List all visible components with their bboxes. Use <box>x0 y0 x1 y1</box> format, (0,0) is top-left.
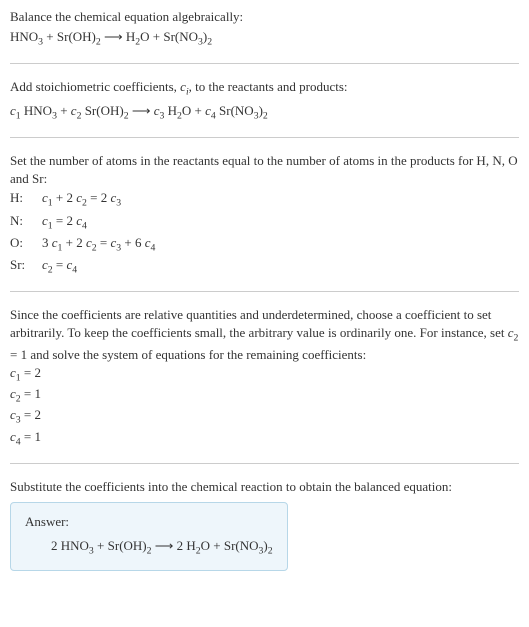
coeff-result: c2 = 1 <box>10 385 519 406</box>
eq-text: 3 <box>42 235 52 250</box>
eq-text: Sr(NO <box>216 103 254 118</box>
coeff-val: = 1 <box>21 386 41 401</box>
title-text: , to the reactants and products: <box>189 79 348 94</box>
eq-text: O + <box>182 103 205 118</box>
divider <box>10 463 519 464</box>
section-stoichiometric: Add stoichiometric coefficients, ci, to … <box>10 78 519 122</box>
atom-row-n: N: c1 = 2 c4 <box>10 212 519 233</box>
eq-sub: 2 <box>207 37 212 48</box>
divider <box>10 63 519 64</box>
atom-label: Sr: <box>10 256 34 277</box>
section-answer: Substitute the coefficients into the che… <box>10 478 519 572</box>
eq-text: + 2 <box>53 190 77 205</box>
eq-text: + <box>57 103 71 118</box>
atom-eq: c2 = c4 <box>42 256 77 277</box>
atom-eq: c1 = 2 c4 <box>42 212 87 233</box>
atom-row-sr: Sr: c2 = c4 <box>10 256 519 277</box>
eq-text: + 6 <box>121 235 145 250</box>
section-intro: Balance the chemical equation algebraica… <box>10 8 519 49</box>
atom-row-h: H: c1 + 2 c2 = 2 c3 <box>10 189 519 210</box>
coeff-sub: 2 <box>514 333 519 344</box>
eq-text: + Sr(OH) <box>94 538 147 553</box>
eq-sub: 2 <box>263 110 268 121</box>
eq-text: = 2 <box>87 190 111 205</box>
atom-row-o: O: 3 c1 + 2 c2 = c3 + 6 c4 <box>10 234 519 255</box>
coeff-val: = 2 <box>21 407 41 422</box>
solve-text: Since the coefficients are relative quan… <box>10 306 519 364</box>
eq-text: Sr(OH) <box>81 103 123 118</box>
atom-eq: c1 + 2 c2 = 2 c3 <box>42 189 121 210</box>
stoich-title: Add stoichiometric coefficients, ci, to … <box>10 78 519 99</box>
coeff-sub: 4 <box>151 242 156 253</box>
eq-text: = <box>53 257 67 272</box>
coeff-sub: 4 <box>72 265 77 276</box>
intro-title: Balance the chemical equation algebraica… <box>10 8 519 26</box>
balanced-equation: 2 HNO3 + Sr(OH)2 ⟶ 2 H2O + Sr(NO3)2 <box>25 537 273 558</box>
eq-arrow: ⟶ <box>129 103 154 118</box>
answer-label: Answer: <box>25 513 273 531</box>
eq-text: 2 HNO <box>51 538 89 553</box>
answer-box: Answer: 2 HNO3 + Sr(OH)2 ⟶ 2 H2O + Sr(NO… <box>10 502 288 571</box>
coeff-result: c4 = 1 <box>10 428 519 449</box>
section-solve: Since the coefficients are relative quan… <box>10 306 519 449</box>
eq-text: + Sr(OH) <box>43 29 96 44</box>
eq-text: + 2 <box>62 235 86 250</box>
title-text: Add stoichiometric coefficients, <box>10 79 180 94</box>
atom-eq: 3 c1 + 2 c2 = c3 + 6 c4 <box>42 234 155 255</box>
coeff-val: = 1 <box>21 429 41 444</box>
atom-label: N: <box>10 212 34 233</box>
solve-para: Since the coefficients are relative quan… <box>10 307 508 340</box>
solve-para: = 1 and solve the system of equations fo… <box>10 347 366 362</box>
unbalanced-equation: HNO3 + Sr(OH)2 ⟶ H2O + Sr(NO3)2 <box>10 28 519 49</box>
section-atom-balance: Set the number of atoms in the reactants… <box>10 152 519 277</box>
coeff-val: = 2 <box>21 365 41 380</box>
eq-text: HNO <box>10 29 38 44</box>
coeff-equation: c1 HNO3 + c2 Sr(OH)2 ⟶ c3 H2O + c4 Sr(NO… <box>10 102 519 123</box>
divider <box>10 291 519 292</box>
coeff-result: c1 = 2 <box>10 364 519 385</box>
eq-arrow: ⟶ H <box>101 29 136 44</box>
coeff-sub: 4 <box>82 220 87 231</box>
eq-arrow: ⟶ 2 H <box>152 538 196 553</box>
atom-label: O: <box>10 234 34 255</box>
eq-text: O + Sr(NO <box>201 538 259 553</box>
eq-text: = 2 <box>53 213 77 228</box>
divider <box>10 137 519 138</box>
substitute-title: Substitute the coefficients into the che… <box>10 478 519 496</box>
coeff-result: c3 = 2 <box>10 406 519 427</box>
eq-text: H <box>164 103 177 118</box>
eq-text: O + Sr(NO <box>140 29 198 44</box>
atom-title: Set the number of atoms in the reactants… <box>10 152 519 188</box>
eq-text: = <box>97 235 111 250</box>
eq-sub: 2 <box>268 546 273 557</box>
atom-label: H: <box>10 189 34 210</box>
coeff-sub: 3 <box>116 198 121 209</box>
eq-text: HNO <box>21 103 52 118</box>
